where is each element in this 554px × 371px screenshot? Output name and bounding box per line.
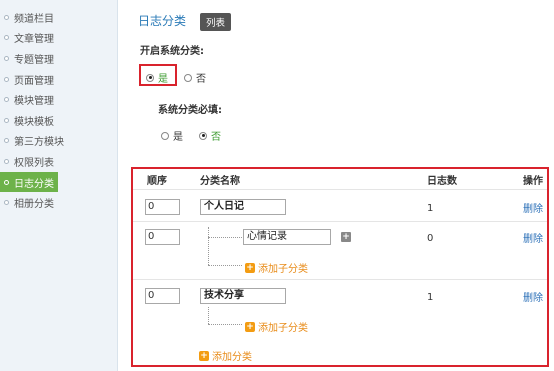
required-yes-radio[interactable] <box>161 131 169 140</box>
bullet-icon <box>4 200 9 206</box>
column-header-action: 操作 <box>523 176 543 187</box>
delete-link[interactable]: 删除 <box>523 200 543 215</box>
sidebar-item-label: 文章管理 <box>14 34 54 46</box>
sidebar-item-modules[interactable]: 模块管理 <box>0 89 117 110</box>
sidebar-item-permissions[interactable]: 权限列表 <box>0 151 117 172</box>
enable-yes-radio[interactable] <box>146 73 154 82</box>
divider <box>133 279 547 280</box>
plus-icon: + <box>199 350 209 361</box>
divider <box>133 221 547 222</box>
sidebar-item-label: 模块管理 <box>14 96 54 108</box>
sidebar-item-pages[interactable]: 页面管理 <box>0 69 117 90</box>
tab-list[interactable]: 列表 <box>200 13 232 31</box>
category-name-input[interactable]: 个人日记 <box>200 199 286 215</box>
column-header-count: 日志数 <box>427 176 457 187</box>
order-input[interactable]: 0 <box>145 199 180 215</box>
sidebar-item-articles[interactable]: 文章管理 <box>0 28 117 49</box>
sidebar-item-label: 日志分类 <box>14 178 54 190</box>
enable-yes-label: 是 <box>158 74 168 85</box>
log-count: 0 <box>427 233 434 244</box>
order-input[interactable]: 0 <box>145 229 180 245</box>
bullet-icon <box>4 76 9 82</box>
tree-line <box>208 324 242 325</box>
required-no-label: 否 <box>211 132 221 143</box>
sidebar-item-third-party[interactable]: 第三方模块 <box>0 131 117 152</box>
add-child-label: 添加子分类 <box>258 323 308 334</box>
required-system-category-label: 系统分类必填: <box>158 105 222 116</box>
delete-link[interactable]: 删除 <box>523 230 543 245</box>
divider <box>133 189 547 190</box>
plus-icon: + <box>245 262 255 273</box>
add-child-category-button[interactable]: + 添加子分类 <box>245 260 308 275</box>
sidebar-item-label: 页面管理 <box>14 75 54 87</box>
enable-no-label: 否 <box>196 74 206 85</box>
plus-icon: + <box>245 321 255 332</box>
sidebar-item-label: 模块模板 <box>14 116 54 128</box>
tree-line <box>208 265 242 266</box>
column-header-name: 分类名称 <box>200 176 240 187</box>
page-title: 日志分类 <box>138 14 187 28</box>
add-child-category-button[interactable]: + 添加子分类 <box>245 319 308 334</box>
bullet-icon <box>4 138 9 144</box>
sidebar-item-label: 权限列表 <box>14 157 54 169</box>
bullet-icon <box>4 97 9 103</box>
enable-radio-group: 是 否 <box>146 70 216 85</box>
sidebar-item-topics[interactable]: 专题管理 <box>0 48 117 69</box>
enable-no-radio[interactable] <box>184 73 192 82</box>
bullet-icon <box>4 35 9 41</box>
add-icon[interactable]: + <box>341 232 351 242</box>
bullet-icon <box>4 179 9 185</box>
log-count: 1 <box>427 292 434 303</box>
required-no-radio[interactable] <box>199 131 207 140</box>
sidebar-item-label: 第三方模块 <box>14 137 64 149</box>
bullet-icon <box>4 14 9 20</box>
enable-system-category-label: 开启系统分类: <box>140 46 204 57</box>
sidebar-item-label: 相册分类 <box>14 199 54 211</box>
category-name-input[interactable]: 心情记录 <box>243 229 331 245</box>
bullet-icon <box>4 55 9 61</box>
sidebar: 频道栏目 文章管理 专题管理 页面管理 模块管理 模块模板 第三方模块 权限列表… <box>0 0 118 371</box>
category-table: 顺序 分类名称 日志数 操作 0 个人日记 1 删除 0 心情记录 + 0 删除… <box>131 167 549 367</box>
add-category-label: 添加分类 <box>212 352 252 363</box>
sidebar-item-album-categories[interactable]: 相册分类 <box>0 192 117 213</box>
bullet-icon <box>4 158 9 164</box>
delete-link[interactable]: 删除 <box>523 289 543 304</box>
order-input[interactable]: 0 <box>145 288 180 304</box>
required-radio-group: 是 否 <box>161 128 231 143</box>
required-yes-label: 是 <box>173 132 183 143</box>
log-count: 1 <box>427 203 434 214</box>
sidebar-item-module-templates[interactable]: 模块模板 <box>0 110 117 131</box>
bullet-icon <box>4 117 9 123</box>
sidebar-item-channels[interactable]: 频道栏目 <box>0 7 117 28</box>
add-child-label: 添加子分类 <box>258 264 308 275</box>
add-category-button[interactable]: + 添加分类 <box>199 348 252 363</box>
tree-line <box>208 237 242 238</box>
main-content: 日志分类 列表 开启系统分类: 是 否 系统分类必填: 是 否 顺序 分类名称 … <box>118 0 554 371</box>
sidebar-item-log-categories[interactable]: 日志分类 <box>0 171 58 193</box>
sidebar-item-label: 频道栏目 <box>14 13 54 25</box>
tree-line <box>208 227 209 265</box>
category-name-input[interactable]: 技术分享 <box>200 288 286 304</box>
sidebar-item-label: 专题管理 <box>14 54 54 66</box>
tree-line <box>208 307 209 324</box>
column-header-order: 顺序 <box>147 176 167 187</box>
